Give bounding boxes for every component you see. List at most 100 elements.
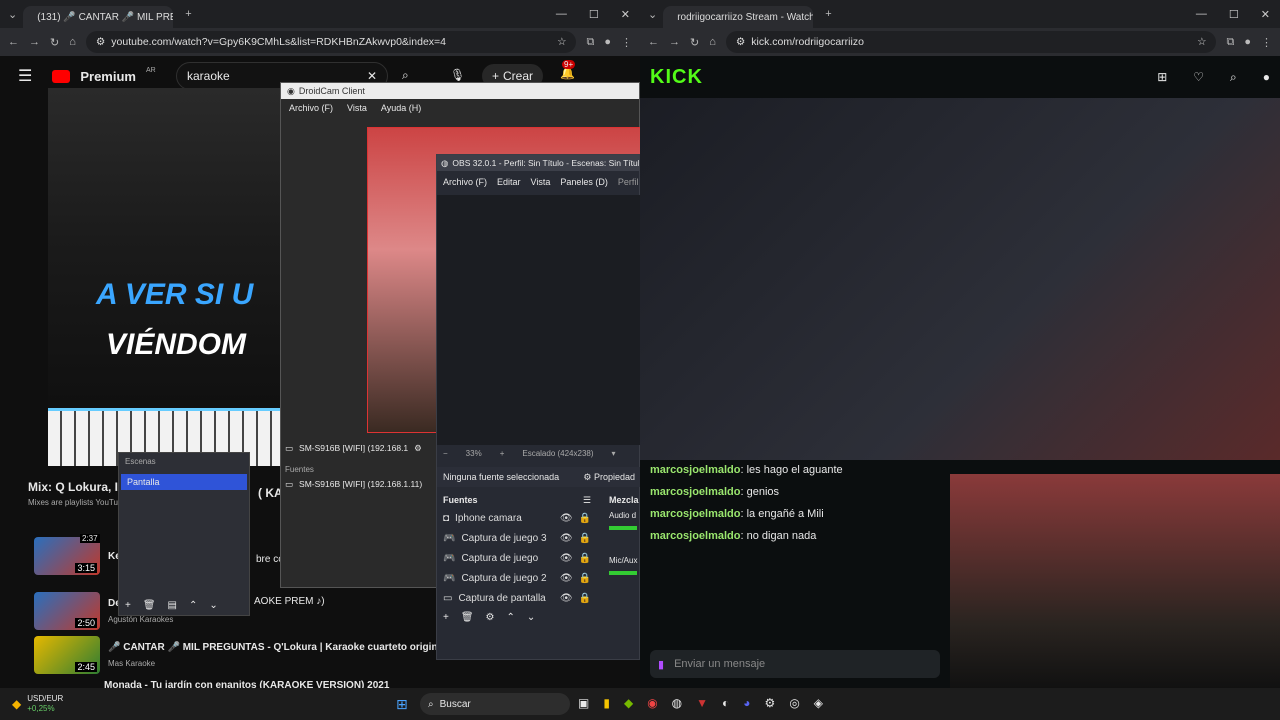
menu-archivo[interactable]: Archivo (F) xyxy=(289,103,333,113)
site-info-icon[interactable]: ⚙ xyxy=(96,36,105,48)
right-active-tab[interactable]: rodriigocarriizo Stream - Watch ✕ xyxy=(663,6,814,28)
reload-icon[interactable]: ↻ xyxy=(690,36,699,49)
source-row[interactable]: 🎮 Captura de juego 3 👁 🔒 xyxy=(437,528,597,548)
move-up-icon[interactable]: ⌃ xyxy=(507,612,515,623)
steam-icon[interactable]: ◐ xyxy=(722,696,729,710)
menu-vista[interactable]: Vista xyxy=(347,103,367,113)
source-row[interactable]: ◘ Iphone camara 👁 🔒 xyxy=(437,508,597,528)
youtube-logo-icon[interactable] xyxy=(52,69,71,83)
search-icon[interactable]: ⌕ xyxy=(1230,70,1237,85)
kick-logo[interactable]: KICK xyxy=(650,66,703,89)
karaoke-video-player[interactable]: A VER SI U VIÉNDOM xyxy=(48,88,288,466)
move-up-icon[interactable]: ⌃ xyxy=(189,600,197,611)
visibility-eye-icon[interactable]: 👁 xyxy=(560,593,573,604)
remove-source-icon[interactable]: 🗑 xyxy=(461,612,474,623)
add-scene-icon[interactable]: + xyxy=(125,600,131,611)
taskbar-search[interactable]: ⌕ Buscar xyxy=(420,693,570,715)
home-icon[interactable]: ⌂ xyxy=(69,36,76,48)
close-window-icon[interactable]: ✕ xyxy=(1261,8,1270,21)
weather-widget[interactable]: ◆ USD/EUR +0,25% xyxy=(0,694,120,714)
clear-search-icon[interactable]: ✕ xyxy=(367,69,377,83)
user-avatar[interactable]: ● xyxy=(1263,70,1270,85)
chrome-icon[interactable]: ◉ xyxy=(647,696,657,710)
menu-ayuda[interactable]: Ayuda (H) xyxy=(381,103,421,113)
add-source-icon[interactable]: + xyxy=(443,612,449,623)
extensions-icon[interactable]: ⧉ xyxy=(1226,36,1234,49)
menu-dots-icon[interactable]: ⋮ xyxy=(1261,36,1272,49)
scale-dropdown-icon[interactable]: ▾ xyxy=(612,449,616,458)
move-down-icon[interactable]: ⌄ xyxy=(209,600,217,611)
forward-icon[interactable]: → xyxy=(29,36,40,48)
left-active-tab[interactable]: (131) 🎤 CANTAR 🎤 MIL PRE ✕ xyxy=(23,6,174,28)
left-url-field[interactable]: ⚙ youtube.com/watch?v=Gpy6K9CMhLs&list=R… xyxy=(85,31,577,53)
properties-button[interactable]: ⚙ Propiedad xyxy=(583,472,635,483)
app-icon[interactable]: ▼ xyxy=(696,696,708,710)
playlist-row-3[interactable]: 2:45 🎤 CANTAR 🎤 MIL PREGUNTAS - Q'Lokura… xyxy=(34,636,490,674)
bookmark-star-icon[interactable]: ☆ xyxy=(557,36,566,48)
file-explorer-icon[interactable]: ▮ xyxy=(603,696,610,710)
obs-preview[interactable] xyxy=(437,195,641,445)
extensions-icon[interactable]: ⧉ xyxy=(586,36,594,49)
maximize-icon[interactable]: ☐ xyxy=(1229,8,1239,21)
maximize-icon[interactable]: ☐ xyxy=(589,8,599,21)
obs-taskbar-icon[interactable]: ◍ xyxy=(672,696,682,710)
lock-icon[interactable]: 🔒 xyxy=(579,573,591,584)
forward-icon[interactable]: → xyxy=(669,36,680,48)
right-url-field[interactable]: ⚙ kick.com/rodriigocarriizo ☆ xyxy=(725,31,1217,53)
visibility-eye-icon[interactable]: 👁 xyxy=(560,513,573,524)
visibility-eye-icon[interactable]: 👁 xyxy=(560,533,573,544)
profile-avatar-icon[interactable]: ● xyxy=(1244,36,1251,48)
source-row[interactable]: ▭ Captura de pantalla 👁 🔒 xyxy=(437,588,597,608)
reload-icon[interactable]: ↻ xyxy=(50,36,59,49)
playlist-row-1[interactable]: 3:15 Ke xyxy=(34,537,121,575)
windows-start-icon[interactable]: ⊞ xyxy=(396,696,408,713)
settings-icon[interactable]: ⚙ xyxy=(765,696,776,710)
app-icon[interactable]: ◎ xyxy=(789,696,799,710)
obs-menu-paneles[interactable]: Paneles (D) xyxy=(560,177,608,187)
source-row[interactable]: 🎮 Captura de juego 👁 🔒 xyxy=(437,548,597,568)
zoom-in-icon[interactable]: + xyxy=(500,449,505,458)
search-icon[interactable]: ⌕ xyxy=(402,68,409,83)
heart-icon[interactable]: ♡ xyxy=(1193,70,1204,85)
microphone-icon[interactable]: 🎙 xyxy=(450,68,465,82)
tab-list-chevron-icon[interactable]: ⌄ xyxy=(648,8,657,21)
dock-menu-icon[interactable]: ☰ xyxy=(583,495,591,506)
lock-icon[interactable]: 🔒 xyxy=(579,513,591,524)
obs-menu-perfil[interactable]: Perfil xyxy=(618,177,639,187)
nvidia-icon[interactable]: ◆ xyxy=(624,696,633,710)
settings-gear-icon[interactable]: ⚙ xyxy=(414,443,422,454)
minimize-icon[interactable]: — xyxy=(556,8,567,21)
back-icon[interactable]: ← xyxy=(8,36,19,48)
bookmark-star-icon[interactable]: ☆ xyxy=(1197,36,1206,48)
scene-item-selected[interactable]: Pantalla xyxy=(121,474,247,490)
hamburger-menu-icon[interactable]: ☰ xyxy=(18,66,32,86)
obs-menu-editar[interactable]: Editar xyxy=(497,177,521,187)
source-settings-icon[interactable]: ⚙ xyxy=(486,612,495,623)
stream-video-player[interactable] xyxy=(640,98,1280,460)
droidcam-source-item[interactable]: ▭ SM-S916B [WIFI] (192.168.1.11) xyxy=(285,479,422,490)
task-view-icon[interactable]: ▣ xyxy=(578,696,589,710)
gift-icon[interactable]: ⊞ xyxy=(1157,70,1167,85)
tab-list-chevron-icon[interactable]: ⌄ xyxy=(8,8,17,21)
home-icon[interactable]: ⌂ xyxy=(709,36,716,48)
lock-icon[interactable]: 🔒 xyxy=(579,593,591,604)
microphone-icon[interactable]: ▮ xyxy=(658,658,664,671)
discord-icon[interactable]: ◕ xyxy=(743,696,750,710)
obs-menu-vista[interactable]: Vista xyxy=(531,177,551,187)
lock-icon[interactable]: 🔒 xyxy=(579,553,591,564)
site-info-icon[interactable]: ⚙ xyxy=(736,36,745,48)
minimize-icon[interactable]: — xyxy=(1196,8,1207,21)
chat-input[interactable]: ▮ Enviar un mensaje xyxy=(650,650,940,678)
visibility-eye-icon[interactable]: 👁 xyxy=(560,553,573,564)
obs-menu-archivo[interactable]: Archivo (F) xyxy=(443,177,487,187)
menu-dots-icon[interactable]: ⋮ xyxy=(621,36,632,49)
remove-scene-icon[interactable]: 🗑 xyxy=(143,600,156,611)
move-down-icon[interactable]: ⌄ xyxy=(527,612,535,623)
back-icon[interactable]: ← xyxy=(648,36,659,48)
new-tab-icon[interactable]: + xyxy=(825,8,831,20)
zoom-out-icon[interactable]: − xyxy=(443,449,448,458)
app-icon[interactable]: ◈ xyxy=(814,696,823,710)
lock-icon[interactable]: 🔒 xyxy=(579,533,591,544)
close-window-icon[interactable]: ✕ xyxy=(621,8,630,21)
new-tab-icon[interactable]: + xyxy=(185,8,191,20)
